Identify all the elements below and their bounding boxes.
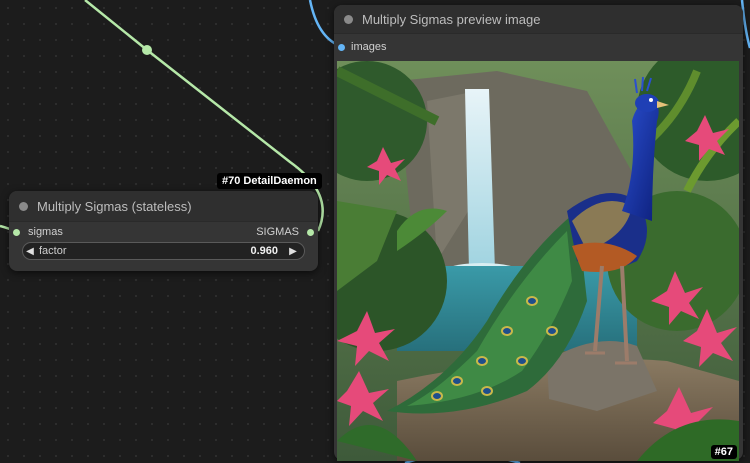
sigmas-input-label: sigmas [28, 226, 63, 238]
factor-widget[interactable]: ◀ factor 0.960 ▶ [22, 242, 305, 260]
preview-image[interactable]: #67 [337, 61, 739, 461]
sigmas-output-dot-icon[interactable] [307, 228, 314, 236]
collapse-dot-icon[interactable] [19, 201, 28, 211]
multiply-sigmas-title: Multiply Sigmas (stateless) [37, 198, 192, 214]
images-input-label: images [351, 41, 387, 53]
preview-id-badge: #67 [710, 445, 737, 459]
multiply-sigmas-title-bar[interactable]: Multiply Sigmas (stateless) [9, 191, 318, 222]
sigmas-input-slot[interactable]: sigmas [13, 226, 63, 238]
sigmas-output-label: SIGMAS [256, 226, 299, 238]
decrement-arrow-icon[interactable]: ◀ [23, 246, 37, 257]
peacock-scene-image [337, 61, 739, 461]
preview-title: Multiply Sigmas preview image [362, 11, 541, 27]
sigmas-input-dot-icon[interactable] [13, 228, 20, 236]
images-input-slot[interactable]: images [338, 41, 386, 53]
factor-value[interactable]: 0.960 [250, 245, 278, 257]
increment-arrow-icon[interactable]: ▶ [286, 246, 300, 257]
sigmas-output-slot[interactable]: SIGMAS [256, 226, 314, 238]
image-wire-right [740, 0, 750, 49]
preview-title-bar[interactable]: Multiply Sigmas preview image [334, 5, 743, 34]
detail-daemon-badge: #70 DetailDaemon [217, 173, 322, 189]
wire-reroute-dot[interactable] [142, 45, 152, 55]
preview-image-node[interactable]: Multiply Sigmas preview image images #67 [334, 5, 743, 461]
images-input-dot-icon[interactable] [338, 43, 345, 51]
multiply-sigmas-node[interactable]: Multiply Sigmas (stateless) sigmas SIGMA… [9, 191, 318, 271]
factor-label: factor [39, 245, 67, 257]
collapse-dot-icon[interactable] [344, 14, 353, 24]
